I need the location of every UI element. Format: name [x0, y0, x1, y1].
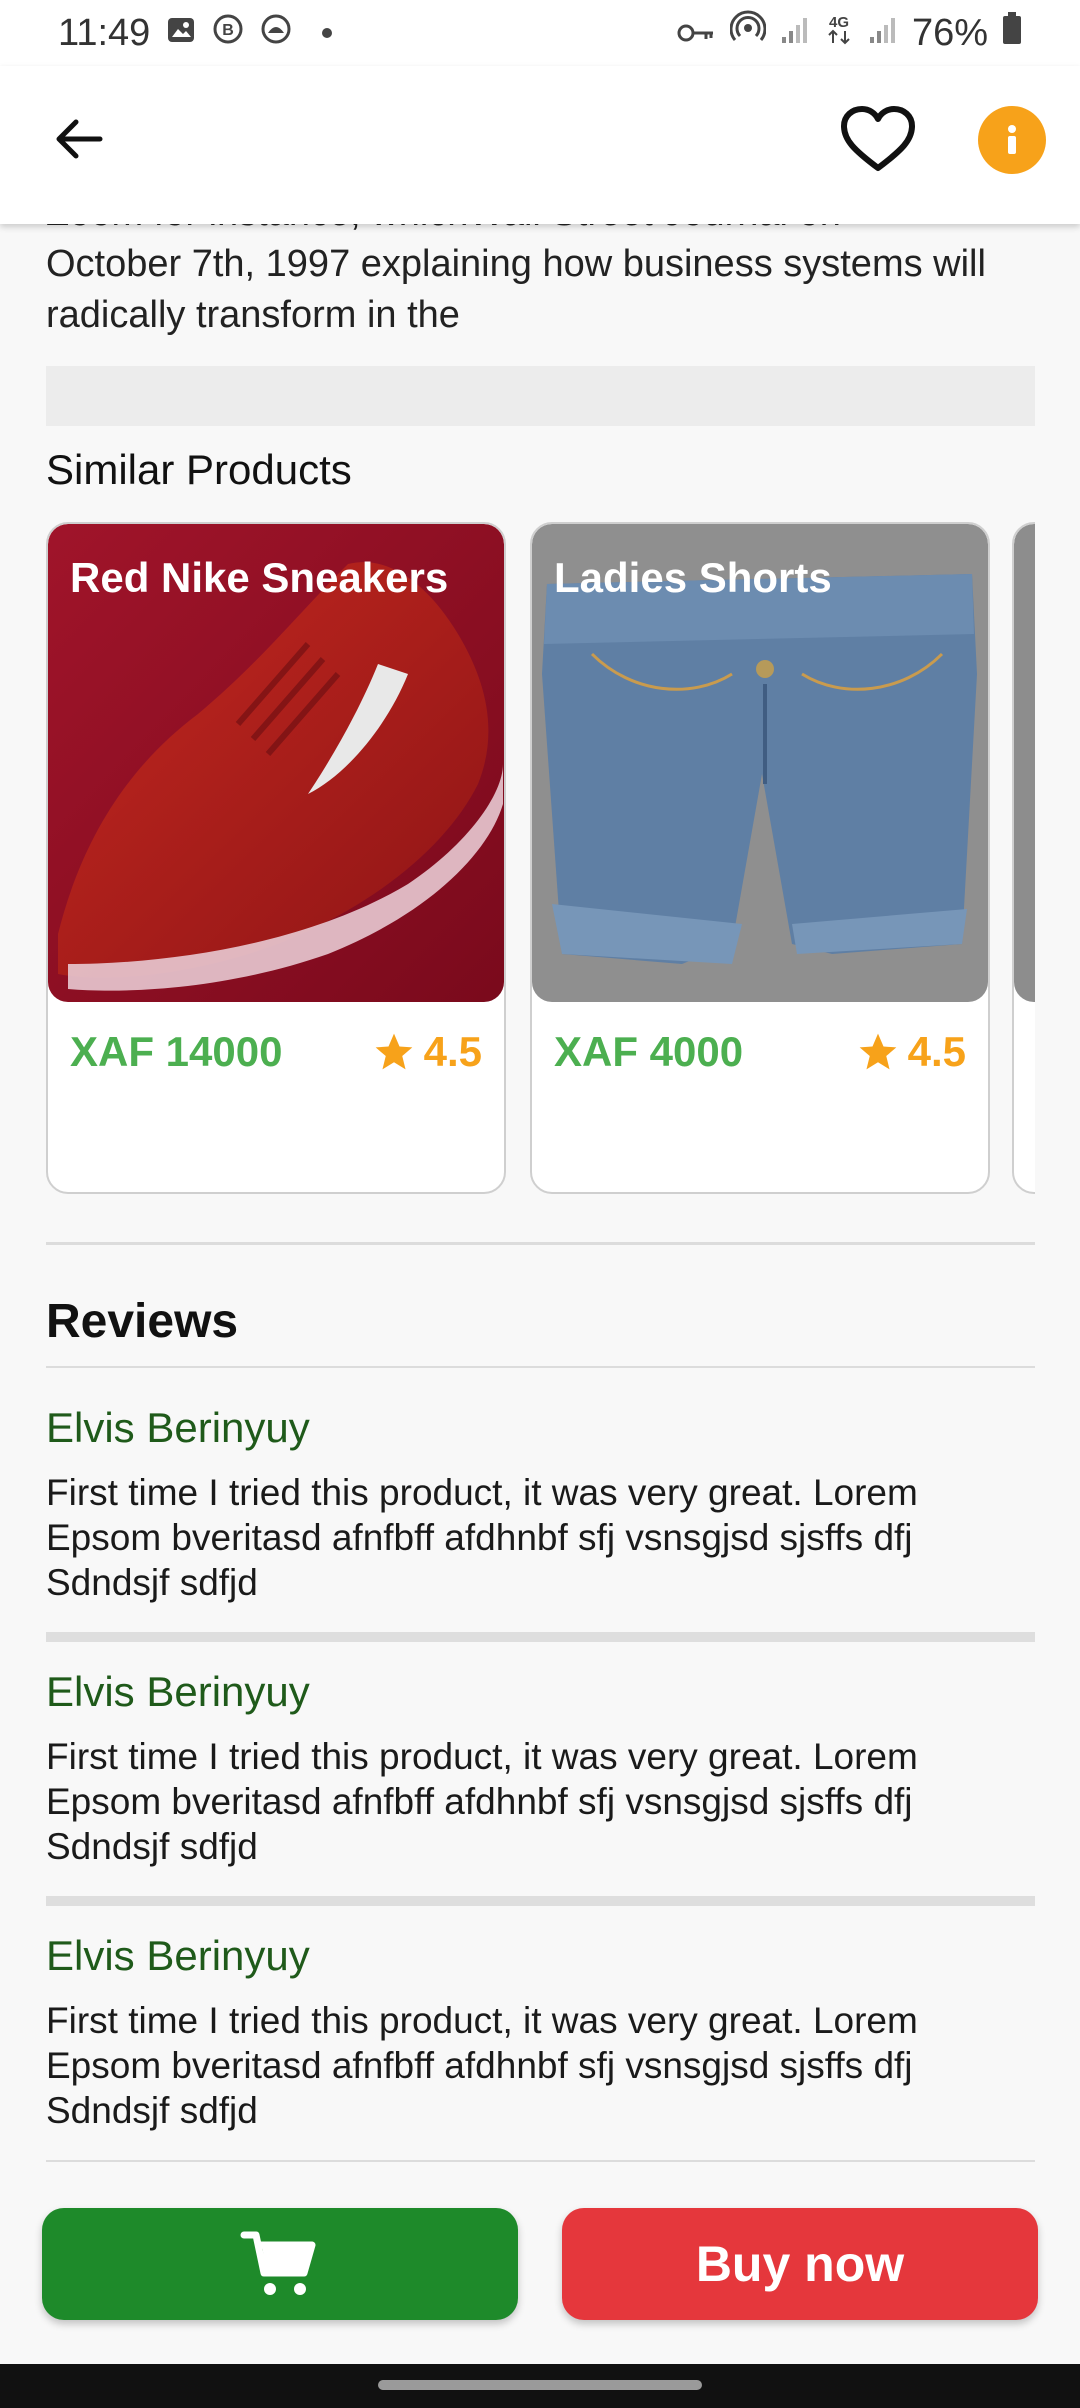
cart-icon [240, 2231, 316, 2295]
product-card[interactable]: Ladies Shorts XAF 4000 4.5 [530, 522, 990, 1194]
product-card-partial[interactable] [1012, 522, 1035, 1194]
add-to-cart-button[interactable] [42, 2208, 518, 2320]
review-item: Elvis Berinyuy First time I tried this p… [46, 1932, 1036, 2133]
4g-icon: 4G [824, 11, 854, 55]
system-nav-bar [0, 2364, 1080, 2408]
product-rating: 4.5 [856, 1028, 966, 1076]
key-icon [676, 12, 716, 55]
reviews-title: Reviews [46, 1295, 239, 1348]
home-gesture-handle[interactable] [378, 2380, 702, 2390]
rating-value: 4.5 [907, 1028, 966, 1075]
product-details-content[interactable]: Zoom for instance, whichWall Street Jour… [0, 224, 1080, 2184]
status-time: 11:49 [58, 11, 151, 54]
product-description: Zoom for instance, whichWall Street Jour… [46, 224, 1036, 341]
status-bar: 11:49 B 4G 76% [0, 0, 1080, 66]
info-icon [1008, 125, 1016, 154]
reviewer-name: Elvis Berinyuy [46, 1404, 310, 1451]
similar-products-carousel[interactable]: Red Nike Sneakers XAF 14000 4.5 Ladies S… [46, 522, 1035, 1198]
bottom-action-bar: Buy now [0, 2184, 1080, 2364]
review-divider [46, 2160, 1035, 2162]
info-button[interactable] [978, 106, 1046, 174]
rating-value: 4.5 [423, 1028, 482, 1075]
battery-text: 76% [911, 11, 988, 54]
svg-text:4G: 4G [829, 14, 849, 31]
notification-dot-icon [322, 28, 333, 38]
review-item: Elvis Berinyuy First time I tried this p… [46, 1668, 1036, 1869]
product-name: Red Nike Sneakers [70, 554, 449, 601]
review-text: First time I tried this product, it was … [46, 2000, 918, 2131]
review-divider [46, 1896, 1035, 1906]
star-icon [859, 1033, 896, 1070]
description-partial-line: Zoom for instance, whichWall Street Jour… [46, 224, 1036, 239]
buy-now-button[interactable]: Buy now [562, 2208, 1038, 2320]
hotspot-icon [729, 10, 767, 56]
review-divider [46, 1632, 1035, 1642]
product-image [1014, 524, 1035, 1002]
product-card[interactable]: Red Nike Sneakers XAF 14000 4.5 [46, 522, 506, 1194]
reviewer-name: Elvis Berinyuy [46, 1668, 310, 1715]
description-text: October 7th, 1997 explaining how busines… [46, 243, 986, 336]
circle-icon [260, 12, 292, 55]
description-divider-bar [46, 366, 1035, 426]
product-price: XAF 4000 [554, 1028, 744, 1075]
favorite-button[interactable] [838, 104, 918, 176]
signal-icon [780, 12, 810, 55]
section-divider [46, 1242, 1035, 1245]
back-button[interactable] [46, 106, 112, 172]
battery-icon [1002, 11, 1022, 55]
reviewer-name: Elvis Berinyuy [46, 1932, 310, 1979]
signal-icon [868, 12, 898, 55]
arrow-left-icon [56, 119, 103, 159]
image-icon [166, 12, 196, 55]
product-price: XAF 14000 [70, 1028, 283, 1075]
similar-products-title: Similar Products [46, 446, 352, 493]
svg-text:B: B [223, 22, 235, 39]
review-text: First time I tried this product, it was … [46, 1472, 918, 1603]
product-name: Ladies Shorts [554, 554, 832, 601]
b-icon: B [212, 12, 244, 55]
app-bar [0, 66, 1080, 224]
product-rating: 4.5 [372, 1028, 482, 1076]
heart-outline-icon [841, 106, 915, 171]
reviews-divider [46, 1366, 1035, 1368]
star-icon [375, 1033, 412, 1070]
review-text: First time I tried this product, it was … [46, 1736, 918, 1867]
review-item: Elvis Berinyuy First time I tried this p… [46, 1404, 1036, 1605]
